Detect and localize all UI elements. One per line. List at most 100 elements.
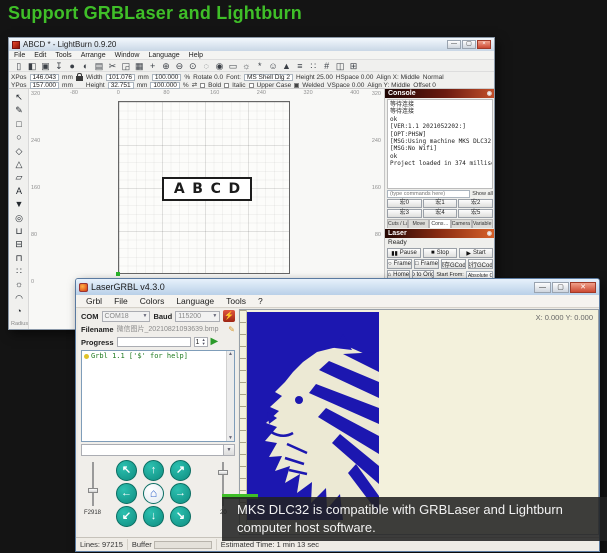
lightburn-menu-item-6[interactable]: Help <box>189 52 203 59</box>
welded-checkbox[interactable] <box>294 83 299 88</box>
run-gcode-button[interactable]: 运行GCode <box>468 259 493 269</box>
height-field[interactable]: 32.751 <box>108 82 134 89</box>
text-tool-icon[interactable]: A <box>16 185 22 198</box>
move-tool-icon[interactable]: + <box>146 60 159 72</box>
panel-tab-2[interactable]: Cons… <box>429 219 450 228</box>
boolean-intersect-icon[interactable]: ⊓ <box>15 252 22 265</box>
lasergrbl-titlebar[interactable]: LaserGRBL v4.3.0 — ▢ ✕ <box>76 279 599 295</box>
round-corners-icon[interactable]: ◔ <box>16 305 21 318</box>
grbl-console[interactable]: Grbl 1.1 ['$' for help] ▲▼ <box>81 350 235 442</box>
lasergrbl-menu-item-0[interactable]: Grbl <box>86 296 102 306</box>
delete-icon[interactable]: ▦ <box>133 60 146 72</box>
abcd-design-object[interactable]: ABCD <box>162 177 252 201</box>
frame-circle-button[interactable]: ○Frame <box>387 259 412 269</box>
snap-icon[interactable]: # <box>320 60 333 72</box>
new-file-icon[interactable]: ▯ <box>12 60 25 72</box>
feed-slider-knob[interactable] <box>88 488 98 493</box>
xpos-field[interactable]: 146.043 <box>30 74 60 81</box>
copy-icon[interactable]: ▤ <box>92 60 105 72</box>
edit-nodes-icon[interactable]: ▱ <box>16 171 23 184</box>
weld-shapes-icon[interactable]: ⊔ <box>15 225 22 238</box>
jog-up-icon[interactable]: ↑ <box>143 460 164 481</box>
save-icon[interactable]: ▣ <box>39 60 52 72</box>
run-program-button[interactable]: ▶ <box>211 337 219 347</box>
camera-capture-icon[interactable]: ◉ <box>213 60 226 72</box>
save-gcode-button[interactable]: 保存GCode <box>441 259 466 269</box>
cut-icon[interactable]: ✂ <box>106 60 119 72</box>
lightburn-menu-item-3[interactable]: Arrange <box>81 52 106 59</box>
console-command-input[interactable] <box>387 190 470 198</box>
show-all-label[interactable]: Show all <box>472 191 493 197</box>
console-scrollbar[interactable]: ▲▼ <box>226 351 234 441</box>
laser-position-icon[interactable]: ▼ <box>15 198 24 211</box>
width-field[interactable]: 101.076 <box>106 74 136 81</box>
design-letter-0[interactable]: A <box>174 181 185 197</box>
lasergrbl-menu-item-1[interactable]: File <box>114 296 128 306</box>
macro-button-1[interactable]: 宏1 <box>423 199 458 208</box>
start-here-icon[interactable]: ▲ <box>280 60 293 72</box>
macro-button-5[interactable]: 宏5 <box>458 209 493 218</box>
boolean-subtract-icon[interactable]: ⊟ <box>15 238 23 251</box>
lightburn-menu-item-4[interactable]: Window <box>115 52 140 59</box>
design-letter-3[interactable]: D <box>229 181 241 197</box>
feed-slider[interactable] <box>92 462 94 506</box>
lightburn-menu-item-1[interactable]: Edit <box>34 52 46 59</box>
jog-down-left-icon[interactable]: ↙ <box>116 506 137 527</box>
jog-down-icon[interactable]: ↓ <box>143 506 164 527</box>
lasergrbl-menu-item-3[interactable]: Language <box>176 296 214 306</box>
maximize-button[interactable]: ▢ <box>552 282 569 293</box>
jog-left-icon[interactable]: ← <box>116 483 137 504</box>
chevron-down-icon[interactable]: ▼ <box>223 445 234 455</box>
swap-icon[interactable]: ⇄ <box>192 81 197 89</box>
draw-lines-icon[interactable]: ✎ <box>15 104 23 117</box>
offset-shapes-icon[interactable]: ◎ <box>15 212 23 225</box>
import-icon[interactable]: ↧ <box>52 60 65 72</box>
disconnect-icon[interactable]: ⚡ <box>223 310 235 322</box>
passes-stepper[interactable]: 1▲▼ <box>194 337 208 347</box>
italic-checkbox[interactable] <box>224 83 229 88</box>
scroll-down-icon[interactable]: ▼ <box>228 435 233 441</box>
laser-panel-header[interactable]: Laser ◉ <box>385 229 495 238</box>
device-settings-icon[interactable]: ☼ <box>240 60 253 72</box>
align-icon[interactable]: ≡ <box>293 60 306 72</box>
jog-home-icon[interactable]: ⌂ <box>143 483 164 504</box>
distribute-icon[interactable]: ∷ <box>307 60 320 72</box>
bold-checkbox[interactable] <box>200 83 205 88</box>
panel-tab-3[interactable]: Camera Cont… <box>451 219 472 228</box>
lasergrbl-menu-item-2[interactable]: Colors <box>140 296 165 306</box>
jog-down-right-icon[interactable]: ↘ <box>170 506 191 527</box>
lightburn-menu-item-5[interactable]: Language <box>149 52 180 59</box>
jog-up-left-icon[interactable]: ↖ <box>116 460 137 481</box>
minimize-button[interactable]: — <box>447 40 461 49</box>
lasergrbl-menu-item-5[interactable]: ? <box>258 296 263 306</box>
trace-image-icon[interactable]: ◠ <box>15 292 23 305</box>
console-panel-header[interactable]: Console ◉ <box>385 89 495 98</box>
lock-aspect-icon[interactable] <box>76 76 83 81</box>
zoom-out-icon[interactable]: ⊖ <box>173 60 186 72</box>
stop-button[interactable]: ■Stop <box>423 248 457 258</box>
lightburn-titlebar[interactable]: ABCD * - LightBurn 0.9.20 — ▢ × <box>9 38 494 51</box>
preview-monitor-icon[interactable]: ▭ <box>226 60 239 72</box>
grid-icon[interactable]: ⊞ <box>347 60 360 72</box>
lightburn-menu-item-0[interactable]: File <box>14 52 25 59</box>
font-select[interactable]: MS Shell Dlg 2 <box>244 74 293 81</box>
zoom-fit-icon[interactable]: ⊙ <box>186 60 199 72</box>
ypos-field[interactable]: 157.000 <box>30 82 60 89</box>
paste-icon[interactable]: ◲ <box>119 60 132 72</box>
redo-icon[interactable]: ◐ <box>79 60 92 72</box>
pin-icon[interactable]: ◉ <box>487 230 492 237</box>
macro-button-2[interactable]: 宏2 <box>458 199 493 208</box>
clear-file-icon[interactable]: ✎ <box>228 325 235 334</box>
rectangle-tool-icon[interactable]: □ <box>16 118 21 131</box>
panel-tab-0[interactable]: Cuts / Lay… <box>387 219 408 228</box>
user-icon[interactable]: ☺ <box>266 60 279 72</box>
open-file-icon[interactable]: ◧ <box>25 60 38 72</box>
lightburn-menu-item-2[interactable]: Tools <box>55 52 71 59</box>
command-combo[interactable]: ▼ <box>81 444 235 456</box>
pause-button[interactable]: ▮▮Pause <box>387 248 421 258</box>
maximize-button[interactable]: ▢ <box>462 40 476 49</box>
macro-button-4[interactable]: 宏4 <box>423 209 458 218</box>
panel-tab-4[interactable]: Variable T… <box>472 219 493 228</box>
lasergrbl-menu-item-4[interactable]: Tools <box>226 296 246 306</box>
close-button[interactable]: × <box>477 40 491 49</box>
